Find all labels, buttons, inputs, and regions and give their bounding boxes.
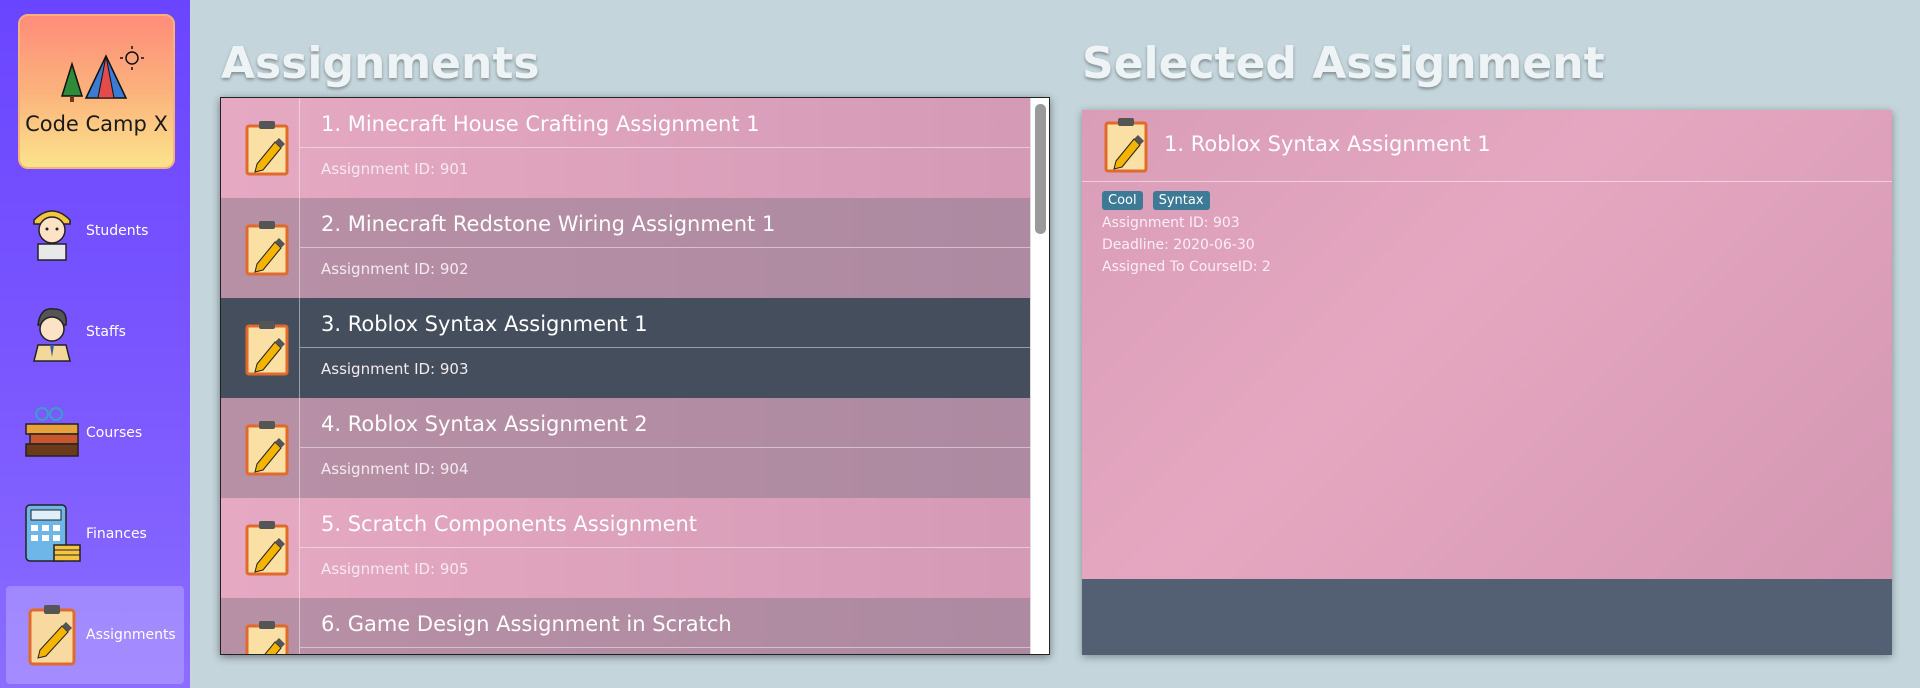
assignment-card-icon-cell xyxy=(221,498,300,598)
assignment-card-title: 4. Roblox Syntax Assignment 2 xyxy=(321,412,648,436)
assignment-list-viewport: 1. Minecraft House Crafting Assignment 1… xyxy=(221,98,1030,654)
assignment-icon xyxy=(245,221,289,276)
assignment-card-icon-cell xyxy=(221,198,300,298)
staff-icon xyxy=(33,308,71,362)
selected-assignment-heading: Selected Assignment xyxy=(1082,38,1605,89)
assignment-card-904[interactable]: 4. Roblox Syntax Assignment 2 Assignment… xyxy=(221,398,1030,498)
nav-label-students: Students xyxy=(86,223,149,239)
list-scrollbar-thumb[interactable] xyxy=(1035,104,1046,234)
nav-item-students[interactable]: Students xyxy=(6,182,184,280)
card-divider xyxy=(300,647,1030,648)
assignment-card-title: 5. Scratch Components Assignment xyxy=(321,512,698,536)
courses-icon xyxy=(25,407,79,457)
assignment-icon xyxy=(245,521,289,576)
assignment-card-id: Assignment ID: 905 xyxy=(321,560,469,578)
list-scrollbar[interactable] xyxy=(1030,98,1049,654)
detail-footer xyxy=(1082,579,1892,655)
nav-label-staffs: Staffs xyxy=(86,324,126,340)
finances-icon xyxy=(25,504,81,562)
card-divider xyxy=(300,247,1030,248)
tag-syntax: Syntax xyxy=(1152,191,1210,210)
nav-item-finances[interactable]: Finances xyxy=(6,485,184,583)
assignment-card-902[interactable]: 2. Minecraft Redstone Wiring Assignment … xyxy=(221,198,1030,298)
assignment-icon xyxy=(28,605,76,666)
selected-assignment-course: Assigned To CourseID: 2 xyxy=(1102,259,1271,275)
app-logo: Code Camp X xyxy=(18,14,175,169)
assignment-card-icon-cell xyxy=(221,98,300,198)
nav-label-assignments: Assignments xyxy=(86,627,176,643)
selected-assignment-header: 1. Roblox Syntax Assignment 1 xyxy=(1082,110,1892,182)
assignment-card-id: Assignment ID: 902 xyxy=(321,260,469,278)
assignment-icon xyxy=(245,421,289,476)
card-divider xyxy=(300,547,1030,548)
card-divider xyxy=(300,147,1030,148)
assignment-card-title: 6. Game Design Assignment in Scratch xyxy=(321,612,732,636)
camp-logo-icon xyxy=(60,46,144,102)
nav-label-finances: Finances xyxy=(86,526,147,542)
nav-label-courses: Courses xyxy=(86,425,143,441)
card-divider xyxy=(300,347,1030,348)
assignment-card-id: Assignment ID: 901 xyxy=(321,160,469,178)
assignment-card-title: 1. Minecraft House Crafting Assignment 1 xyxy=(321,112,760,136)
nav-item-assignments[interactable]: Assignments xyxy=(6,586,184,684)
assignment-card-id: Assignment ID: 904 xyxy=(321,460,469,478)
selected-assignment-id: Assignment ID: 903 xyxy=(1102,215,1240,231)
assignment-card-title: 2. Minecraft Redstone Wiring Assignment … xyxy=(321,212,776,236)
assignment-card-id: Assignment ID: 903 xyxy=(321,360,469,378)
nav-item-staffs[interactable]: Staffs xyxy=(6,283,184,381)
tag-cool: Cool xyxy=(1102,191,1143,210)
assignment-card-906[interactable]: 6. Game Design Assignment in Scratch xyxy=(221,598,1030,654)
assignment-icon xyxy=(1104,118,1148,173)
sidebar: Code Camp X Students Staffs Courses Fina… xyxy=(0,0,190,688)
assignment-icon xyxy=(245,321,289,376)
assignment-list[interactable]: 1. Minecraft House Crafting Assignment 1… xyxy=(220,97,1050,655)
assignments-heading: Assignments xyxy=(221,38,540,89)
assignment-card-icon-cell xyxy=(221,298,300,398)
assignment-icon xyxy=(245,621,289,654)
assignment-icon xyxy=(245,121,289,176)
selected-assignment-panel: 1. Roblox Syntax Assignment 1 Cool Synta… xyxy=(1082,110,1892,655)
assignment-card-icon-cell xyxy=(221,398,300,498)
tag-list: Cool Syntax xyxy=(1102,191,1210,210)
student-icon xyxy=(33,210,71,261)
assignment-card-903-selected[interactable]: 3. Roblox Syntax Assignment 1 Assignment… xyxy=(221,298,1030,398)
assignment-card-icon-cell xyxy=(221,598,300,654)
nav-item-courses[interactable]: Courses xyxy=(6,384,184,482)
assignment-card-901[interactable]: 1. Minecraft House Crafting Assignment 1… xyxy=(221,98,1030,198)
assignment-card-905[interactable]: 5. Scratch Components Assignment Assignm… xyxy=(221,498,1030,598)
card-divider xyxy=(300,447,1030,448)
app-logo-text: Code Camp X xyxy=(25,112,168,136)
selected-assignment-title: 1. Roblox Syntax Assignment 1 xyxy=(1164,132,1491,156)
assignment-card-title: 3. Roblox Syntax Assignment 1 xyxy=(321,312,648,336)
selected-assignment-deadline: Deadline: 2020-06-30 xyxy=(1102,237,1255,253)
